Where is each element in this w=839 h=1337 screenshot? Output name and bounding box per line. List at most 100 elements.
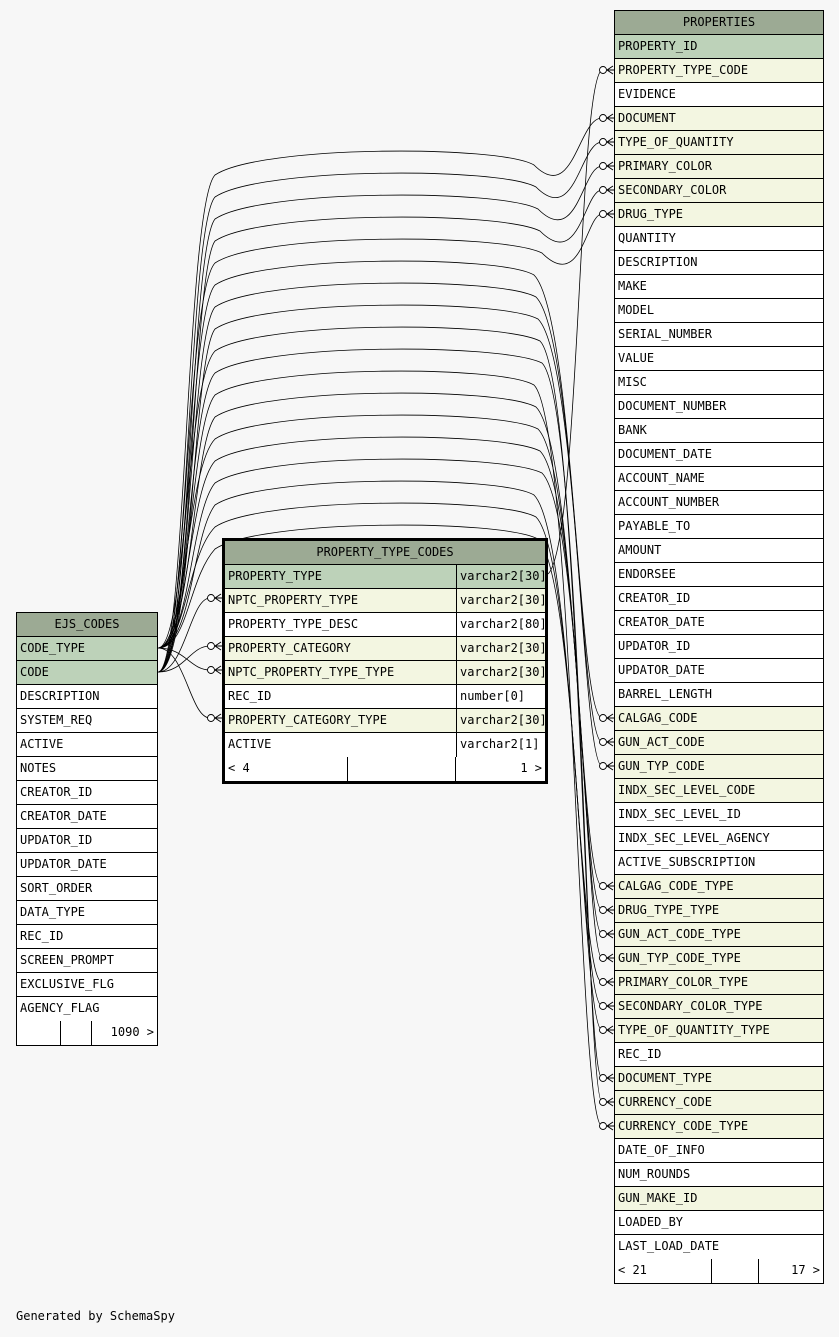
column-row-active[interactable]: ACTIVE varchar2[1]: [225, 733, 545, 757]
column-row-creator-date[interactable]: CREATOR_DATE: [17, 805, 157, 829]
edge-property-type-code-marker: [599, 66, 607, 74]
column-row-nptc-property-type-type[interactable]: NPTC_PROPERTY_TYPE_TYPE varchar2[30]: [225, 661, 545, 685]
column-row-gun-typ-code[interactable]: GUN_TYP_CODE: [615, 755, 823, 779]
column-row-rec-id[interactable]: REC_ID: [17, 925, 157, 949]
table-header[interactable]: EJS_CODES: [17, 613, 157, 637]
column-row-type-of-quantity-type[interactable]: TYPE_OF_QUANTITY_TYPE: [615, 1019, 823, 1043]
column-row-document[interactable]: DOCUMENT: [615, 107, 823, 131]
column-row-document-type[interactable]: DOCUMENT_TYPE: [615, 1067, 823, 1091]
edge-drug-type-marker: [599, 210, 607, 218]
column-row-last-load-date[interactable]: LAST_LOAD_DATE: [615, 1235, 823, 1259]
column-row-drug-type-type[interactable]: DRUG_TYPE_TYPE: [615, 899, 823, 923]
column-name: NPTC_PROPERTY_TYPE: [228, 593, 359, 607]
column-row-agency-flag[interactable]: AGENCY_FLAG: [17, 997, 157, 1021]
column-row-code[interactable]: CODE: [17, 661, 157, 685]
column-row-drug-type[interactable]: DRUG_TYPE: [615, 203, 823, 227]
column-row-amount[interactable]: AMOUNT: [615, 539, 823, 563]
table-properties[interactable]: PROPERTIES PROPERTY_ID PROPERTY_TYPE_CODE…: [614, 10, 824, 1284]
column-row-endorsee[interactable]: ENDORSEE: [615, 563, 823, 587]
column-row-active[interactable]: ACTIVE: [17, 733, 157, 757]
column-row-make[interactable]: MAKE: [615, 275, 823, 299]
column-row-notes[interactable]: NOTES: [17, 757, 157, 781]
column-row-currency-code-type[interactable]: CURRENCY_CODE_TYPE: [615, 1115, 823, 1139]
column-row-exclusive-flg[interactable]: EXCLUSIVE_FLG: [17, 973, 157, 997]
column-row-indx-sec-level-agency[interactable]: INDX_SEC_LEVEL_AGENCY: [615, 827, 823, 851]
column-row-code-type[interactable]: CODE_TYPE: [17, 637, 157, 661]
column-row-model[interactable]: MODEL: [615, 299, 823, 323]
edge-gun-typ-code-type-crowfoot: [606, 953, 614, 963]
column-row-nptc-property-type[interactable]: NPTC_PROPERTY_TYPE varchar2[30]: [225, 589, 545, 613]
column-row-account-number[interactable]: ACCOUNT_NUMBER: [615, 491, 823, 515]
column-row-num-rounds[interactable]: NUM_ROUNDS: [615, 1163, 823, 1187]
column-row-property-type-desc[interactable]: PROPERTY_TYPE_DESC varchar2[80]: [225, 613, 545, 637]
column-row-rec-id[interactable]: REC_ID: [615, 1043, 823, 1067]
column-row-updator-id[interactable]: UPDATOR_ID: [615, 635, 823, 659]
column-row-indx-sec-level-id[interactable]: INDX_SEC_LEVEL_ID: [615, 803, 823, 827]
column-row-primary-color[interactable]: PRIMARY_COLOR: [615, 155, 823, 179]
column-row-serial-number[interactable]: SERIAL_NUMBER: [615, 323, 823, 347]
column-row-creator-id[interactable]: CREATOR_ID: [17, 781, 157, 805]
column-row-gun-typ-code-type[interactable]: GUN_TYP_CODE_TYPE: [615, 947, 823, 971]
column-row-barrel-length[interactable]: BARREL_LENGTH: [615, 683, 823, 707]
column-row-document-number[interactable]: DOCUMENT_NUMBER: [615, 395, 823, 419]
column-name: DATA_TYPE: [20, 905, 86, 919]
edge-gun-act-code-type-marker: [599, 930, 607, 938]
edge-currency-code-type-marker: [599, 1122, 607, 1130]
column-row-property-category[interactable]: PROPERTY_CATEGORY varchar2[30]: [225, 637, 545, 661]
column-row-creator-id[interactable]: CREATOR_ID: [615, 587, 823, 611]
column-row-sort-order[interactable]: SORT_ORDER: [17, 877, 157, 901]
column-name: CREATOR_ID: [20, 785, 93, 799]
column-name: UPDATOR_ID: [618, 639, 691, 653]
table-ejs-codes[interactable]: EJS_CODES CODE_TYPE CODE DESCRIPTION SYSTEM…: [16, 612, 158, 1046]
column-row-date-of-info[interactable]: DATE_OF_INFO: [615, 1139, 823, 1163]
column-row-gun-act-code-type[interactable]: GUN_ACT_CODE_TYPE: [615, 923, 823, 947]
column-name: REC_ID: [618, 1047, 662, 1061]
column-row-value[interactable]: VALUE: [615, 347, 823, 371]
column-row-data-type[interactable]: DATA_TYPE: [17, 901, 157, 925]
edge-gun-typ-code-marker: [599, 762, 607, 770]
edge-currency-code-crowfoot: [606, 1097, 614, 1107]
edge-gun-act-code-crowfoot: [606, 737, 614, 747]
column-row-calgag-code[interactable]: CALGAG_CODE: [615, 707, 823, 731]
column-row-primary-color-type[interactable]: PRIMARY_COLOR_TYPE: [615, 971, 823, 995]
column-row-property-id[interactable]: PROPERTY_ID: [615, 35, 823, 59]
column-row-gun-make-id[interactable]: GUN_MAKE_ID: [615, 1187, 823, 1211]
column-row-screen-prompt[interactable]: SCREEN_PROMPT: [17, 949, 157, 973]
column-name: INDX_SEC_LEVEL_ID: [618, 807, 741, 821]
column-row-secondary-color[interactable]: SECONDARY_COLOR: [615, 179, 823, 203]
column-row-property-category-type[interactable]: PROPERTY_CATEGORY_TYPE varchar2[30]: [225, 709, 545, 733]
column-row-system-req[interactable]: SYSTEM_REQ: [17, 709, 157, 733]
column-row-calgag-code-type[interactable]: CALGAG_CODE_TYPE: [615, 875, 823, 899]
column-row-rec-id[interactable]: REC_ID number[0]: [225, 685, 545, 709]
column-row-evidence[interactable]: EVIDENCE: [615, 83, 823, 107]
column-name: REC_ID: [20, 929, 64, 943]
column-row-document-date[interactable]: DOCUMENT_DATE: [615, 443, 823, 467]
column-row-description[interactable]: DESCRIPTION: [17, 685, 157, 709]
column-type: varchar2[30]: [456, 565, 545, 588]
column-row-property-type-code[interactable]: PROPERTY_TYPE_CODE: [615, 59, 823, 83]
column-row-bank[interactable]: BANK: [615, 419, 823, 443]
column-row-description[interactable]: DESCRIPTION: [615, 251, 823, 275]
column-name: LOADED_BY: [618, 1215, 684, 1229]
column-row-active-subscription[interactable]: ACTIVE_SUBSCRIPTION: [615, 851, 823, 875]
column-row-updator-date[interactable]: UPDATOR_DATE: [615, 659, 823, 683]
column-row-updator-date[interactable]: UPDATOR_DATE: [17, 853, 157, 877]
column-row-secondary-color-type[interactable]: SECONDARY_COLOR_TYPE: [615, 995, 823, 1019]
column-row-indx-sec-level-code[interactable]: INDX_SEC_LEVEL_CODE: [615, 779, 823, 803]
column-row-currency-code[interactable]: CURRENCY_CODE: [615, 1091, 823, 1115]
column-row-property-type[interactable]: PROPERTY_TYPE varchar2[30]: [225, 565, 545, 589]
column-row-loaded-by[interactable]: LOADED_BY: [615, 1211, 823, 1235]
column-row-type-of-quantity[interactable]: TYPE_OF_QUANTITY: [615, 131, 823, 155]
column-row-quantity[interactable]: QUANTITY: [615, 227, 823, 251]
column-row-payable-to[interactable]: PAYABLE_TO: [615, 515, 823, 539]
column-name: ACTIVE_SUBSCRIPTION: [618, 855, 756, 869]
column-row-gun-act-code[interactable]: GUN_ACT_CODE: [615, 731, 823, 755]
column-row-account-name[interactable]: ACCOUNT_NAME: [615, 467, 823, 491]
table-header[interactable]: PROPERTIES: [615, 11, 823, 35]
table-property-type-codes[interactable]: PROPERTY_TYPE_CODES PROPERTY_TYPE varchar…: [222, 538, 548, 784]
column-name: VALUE: [618, 351, 655, 365]
table-header[interactable]: PROPERTY_TYPE_CODES: [225, 541, 545, 565]
column-row-misc[interactable]: MISC: [615, 371, 823, 395]
column-row-updator-id[interactable]: UPDATOR_ID: [17, 829, 157, 853]
column-row-creator-date[interactable]: CREATOR_DATE: [615, 611, 823, 635]
